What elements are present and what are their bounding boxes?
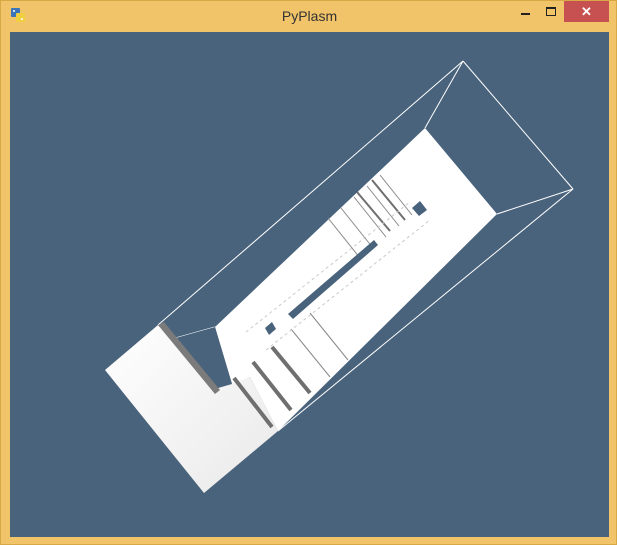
close-button[interactable]: ✕ <box>564 1 609 22</box>
staircase-model[interactable] <box>10 32 609 537</box>
3d-viewport[interactable] <box>10 32 609 537</box>
app-window: PyPlasm ✕ <box>0 0 617 545</box>
title-bar[interactable]: PyPlasm ✕ <box>1 1 617 32</box>
stair-body <box>215 128 497 431</box>
close-icon: ✕ <box>581 3 592 19</box>
maximize-button[interactable] <box>538 1 564 22</box>
minimize-button[interactable] <box>512 1 538 22</box>
python-icon[interactable] <box>11 8 25 22</box>
